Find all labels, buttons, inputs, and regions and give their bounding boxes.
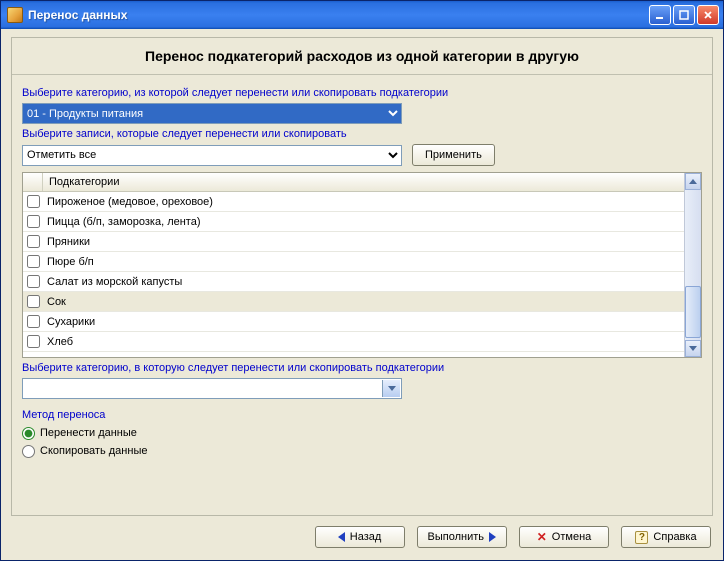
grid-column-label: Подкатегории: [43, 176, 119, 188]
row-label: Пюре б/п: [43, 256, 94, 268]
source-category-select[interactable]: 01 - Продукты питания: [22, 103, 402, 124]
grid-header[interactable]: Подкатегории: [23, 173, 684, 192]
row-checkbox[interactable]: [27, 195, 40, 208]
chevron-down-icon: [388, 386, 396, 391]
table-row[interactable]: Сухарики: [23, 312, 684, 332]
table-row[interactable]: Пряники: [23, 232, 684, 252]
target-category-select[interactable]: [22, 378, 402, 399]
table-row[interactable]: Пицца (б/п, заморозка, лента): [23, 212, 684, 232]
scroll-up-button[interactable]: [685, 173, 701, 190]
arrow-right-icon: [489, 532, 496, 542]
footer-buttons: Назад Выполнить ✕Отмена ?Справка: [11, 516, 713, 550]
apply-button[interactable]: Применить: [412, 144, 495, 166]
back-button[interactable]: Назад: [315, 526, 405, 548]
row-label: Сок: [43, 296, 66, 308]
execute-button[interactable]: Выполнить: [417, 526, 507, 548]
cancel-button[interactable]: ✕Отмена: [519, 526, 609, 548]
row-label: Пряники: [43, 236, 90, 248]
row-checkbox[interactable]: [27, 315, 40, 328]
method-move-input[interactable]: [22, 427, 35, 440]
table-row[interactable]: Пюре б/п: [23, 252, 684, 272]
row-checkbox[interactable]: [27, 215, 40, 228]
row-checkbox[interactable]: [27, 295, 40, 308]
help-icon: ?: [635, 531, 648, 544]
close-button[interactable]: [697, 5, 719, 25]
filter-label: Выберите записи, которые следует перенес…: [22, 128, 702, 140]
table-row[interactable]: Сок: [23, 292, 684, 312]
table-row[interactable]: Пироженое (медовое, ореховое): [23, 192, 684, 212]
scroll-thumb[interactable]: [685, 286, 701, 338]
x-icon: ✕: [537, 531, 547, 543]
scroll-track[interactable]: [685, 190, 701, 340]
maximize-button[interactable]: [673, 5, 695, 25]
window-frame: Перенос данных Перенос подкатегорий расх…: [0, 0, 724, 561]
titlebar[interactable]: Перенос данных: [1, 1, 723, 29]
row-label: Салат из морской капусты: [43, 276, 182, 288]
page-heading: Перенос подкатегорий расходов из одной к…: [12, 38, 712, 75]
method-copy-radio[interactable]: Скопировать данные: [22, 442, 702, 460]
method-copy-input[interactable]: [22, 445, 35, 458]
subcategories-grid: Подкатегории Пироженое (медовое, орехово…: [22, 172, 702, 358]
row-checkbox[interactable]: [27, 275, 40, 288]
source-category-label: Выберите категорию, из которой следует п…: [22, 87, 702, 99]
row-checkbox[interactable]: [27, 255, 40, 268]
row-label: Пицца (б/п, заморозка, лента): [43, 216, 201, 228]
window-title: Перенос данных: [28, 8, 649, 22]
target-category-label: Выберите категорию, в которую следует пе…: [22, 362, 702, 374]
row-label: Хлеб: [43, 336, 73, 348]
app-icon: [7, 7, 23, 23]
grid-scrollbar[interactable]: [684, 173, 701, 357]
minimize-button[interactable]: [649, 5, 671, 25]
method-move-radio[interactable]: Перенести данные: [22, 424, 702, 442]
row-label: Пироженое (медовое, ореховое): [43, 196, 213, 208]
arrow-left-icon: [338, 532, 345, 542]
filter-select[interactable]: Отметить все: [22, 145, 402, 166]
help-button[interactable]: ?Справка: [621, 526, 711, 548]
row-checkbox[interactable]: [27, 235, 40, 248]
table-row[interactable]: Салат из морской капусты: [23, 272, 684, 292]
table-row[interactable]: Хлеб: [23, 332, 684, 352]
row-label: Сухарики: [43, 316, 95, 328]
scroll-down-button[interactable]: [685, 340, 701, 357]
method-label: Метод переноса: [22, 409, 702, 421]
row-checkbox[interactable]: [27, 335, 40, 348]
